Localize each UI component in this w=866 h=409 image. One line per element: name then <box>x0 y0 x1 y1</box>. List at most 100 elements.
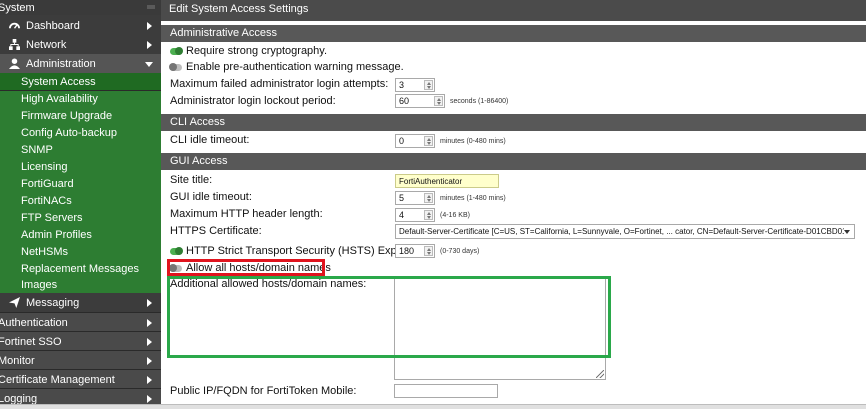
sidebar-item-ftp-servers[interactable]: FTP Servers <box>0 209 161 226</box>
allow-all-hosts-label: Allow all hosts/domain names <box>186 262 331 274</box>
strong-crypto-label: Require strong cryptography. <box>186 45 328 57</box>
send-icon <box>9 297 20 308</box>
sidebar-item-label: Dashboard <box>26 19 80 32</box>
https-certificate-select[interactable]: Default-Server-Certificate [C=US, ST=Cal… <box>395 224 855 239</box>
sidebar-item-dashboard[interactable]: Dashboard <box>0 16 161 35</box>
sidebar-item-label: High Availability <box>21 93 98 105</box>
additional-hosts-textarea[interactable] <box>394 278 606 380</box>
chevron-right-icon <box>147 41 152 49</box>
sidebar-item-certificate-management[interactable]: Certificate Management <box>0 370 161 389</box>
max-header-length-label: Maximum HTTP header length: <box>170 208 323 220</box>
user-icon <box>9 58 20 69</box>
sidebar-item-label: NetHSMs <box>21 245 69 258</box>
spinner-icon[interactable] <box>424 210 433 220</box>
sidebar-item-fortiguard[interactable]: FortiGuard <box>0 175 161 192</box>
section-header-cli-access: CLI Access <box>161 114 866 131</box>
sidebar-header-system[interactable]: System <box>0 0 161 15</box>
sidebar-item-licensing[interactable]: Licensing <box>0 158 161 175</box>
max-header-length-input[interactable]: 4 <box>395 208 435 222</box>
lockout-period-input[interactable]: 60 <box>395 94 445 108</box>
chevron-right-icon <box>147 357 152 365</box>
gui-idle-timeout-value: 5 <box>399 193 405 203</box>
sidebar-item-label: Firmware Upgrade <box>21 109 113 122</box>
sidebar-item-firmware-upgrade[interactable]: Firmware Upgrade <box>0 107 161 124</box>
sidebar-item-label: Licensing <box>21 160 68 173</box>
sidebar-item-fortinacs[interactable]: FortiNACs <box>0 192 161 209</box>
sidebar-item-label: Config Auto-backup <box>21 126 118 139</box>
network-icon <box>9 39 20 50</box>
gui-idle-timeout-hint: minutes (1-480 mins) <box>440 195 506 202</box>
sidebar-item-config-auto-backup[interactable]: Config Auto-backup <box>0 124 161 141</box>
chevron-right-icon <box>147 338 152 346</box>
sidebar-item-authentication[interactable]: Authentication <box>0 313 161 332</box>
chevron-down-icon <box>844 230 850 234</box>
max-header-length-value: 4 <box>399 210 405 220</box>
allow-all-hosts-toggle[interactable] <box>169 264 182 272</box>
spinner-icon[interactable] <box>424 193 433 203</box>
site-title-input[interactable]: FortiAuthenticator <box>395 174 499 188</box>
hsts-expiry-hint: (0-730 days) <box>440 248 480 255</box>
cli-idle-timeout-input[interactable]: 0 <box>395 134 435 148</box>
cli-idle-timeout-label: CLI idle timeout: <box>170 134 250 146</box>
section-header-gui-access: GUI Access <box>161 153 866 170</box>
preauth-warning-label: Enable pre-authentication warning messag… <box>186 61 404 73</box>
window-bottom-border <box>0 404 866 409</box>
sidebar-item-network[interactable]: Network <box>0 35 161 54</box>
site-title-label: Site title: <box>170 174 213 186</box>
section-header-administrative-access: Administrative Access <box>161 25 866 42</box>
resize-grip-icon[interactable] <box>596 370 604 378</box>
sidebar: System Dashboard Network Administration … <box>0 0 161 409</box>
sidebar-item-high-availability[interactable]: High Availability <box>0 91 161 107</box>
sidebar-item-label: FortiGuard <box>21 177 74 190</box>
hsts-label: HTTP Strict Transport Security (HSTS) Ex… <box>186 245 409 257</box>
max-failed-attempts-value: 3 <box>399 80 405 90</box>
spinner-icon[interactable] <box>424 136 433 146</box>
sidebar-item-label: Fortinet SSO <box>0 335 62 348</box>
chevron-right-icon <box>147 299 152 307</box>
collapse-icon <box>147 5 155 9</box>
sidebar-item-administration[interactable]: Administration <box>0 54 161 73</box>
sidebar-item-system-access[interactable]: System Access <box>0 73 161 90</box>
hsts-toggle[interactable] <box>170 247 183 255</box>
sidebar-item-monitor[interactable]: Monitor <box>0 351 161 370</box>
sidebar-item-label: Network <box>26 38 67 51</box>
sidebar-item-label: SNMP <box>21 143 53 156</box>
https-certificate-label: HTTPS Certificate: <box>170 225 262 237</box>
gui-idle-timeout-label: GUI idle timeout: <box>170 191 252 203</box>
spinner-icon[interactable] <box>424 246 433 256</box>
sidebar-item-replacement-messages[interactable]: Replacement Messages <box>0 260 161 277</box>
sidebar-item-fortinet-sso[interactable]: Fortinet SSO <box>0 332 161 351</box>
gui-idle-timeout-input[interactable]: 5 <box>395 191 435 205</box>
main-panel: Edit System Access Settings Administrati… <box>161 0 866 409</box>
dashboard-icon <box>9 22 20 29</box>
sidebar-item-snmp[interactable]: SNMP <box>0 141 161 158</box>
chevron-right-icon <box>147 376 152 384</box>
lockout-period-label: Administrator login lockout period: <box>170 95 336 107</box>
sidebar-item-label: Administration <box>26 57 96 70</box>
sidebar-item-label: Messaging <box>26 296 80 309</box>
max-failed-attempts-label: Maximum failed administrator login attem… <box>170 78 389 90</box>
sidebar-item-label: Certificate Management <box>0 373 115 386</box>
strong-crypto-toggle[interactable] <box>170 47 183 55</box>
sidebar-item-images[interactable]: Images <box>0 277 161 293</box>
https-certificate-value: Default-Server-Certificate [C=US, ST=Cal… <box>399 227 844 236</box>
sidebar-item-label: Authentication <box>0 316 68 329</box>
sidebar-item-messaging[interactable]: Messaging <box>0 293 161 312</box>
sidebar-item-label: Admin Profiles <box>21 228 92 241</box>
sidebar-item-label: Monitor <box>0 354 35 367</box>
spinner-icon[interactable] <box>434 96 443 106</box>
sidebar-item-label: System Access <box>21 75 96 88</box>
chevron-right-icon <box>147 22 152 30</box>
preauth-warning-toggle[interactable] <box>169 63 182 71</box>
public-ip-fqdn-input[interactable] <box>394 384 498 398</box>
page-title: Edit System Access Settings <box>161 0 866 21</box>
lockout-period-value: 60 <box>399 96 410 106</box>
cli-idle-timeout-value: 0 <box>399 136 405 146</box>
chevron-down-icon <box>145 62 153 67</box>
hsts-expiry-input[interactable]: 180 <box>395 244 435 258</box>
sidebar-item-nethsms[interactable]: NetHSMs <box>0 243 161 260</box>
sidebar-item-admin-profiles[interactable]: Admin Profiles <box>0 226 161 243</box>
sidebar-item-label: FortiNACs <box>21 194 72 207</box>
spinner-icon[interactable] <box>424 80 433 90</box>
max-failed-attempts-input[interactable]: 3 <box>395 78 435 92</box>
